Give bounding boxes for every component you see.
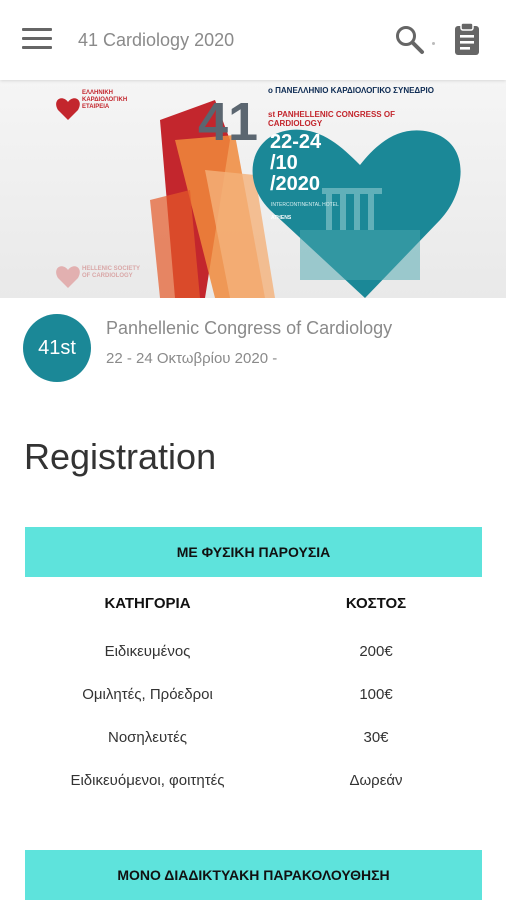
event-title[interactable]: Panhellenic Congress of Cardiology (106, 318, 392, 339)
app-title: 41 Cardiology 2020 (78, 30, 235, 50)
event-badge: 41st (23, 314, 91, 382)
row-cost: 100€ (359, 686, 393, 703)
row-cost: Δωρεάν (349, 772, 403, 789)
table-row: Νοσηλευτές 30€ (25, 716, 482, 759)
fee-table: ΚΑΤΗΓΟΡΙΑ ΚΟΣΤΟΣ Ειδικευμένος 200€ Ομιλη… (25, 590, 482, 802)
table-row: Ειδικευμένος 200€ (25, 616, 482, 673)
search-icon[interactable] (394, 24, 426, 56)
online-header: ΜΟΝΟ ΔΙΑΔΙΚΤΥΑΚΗ ΠΑΡΑΚΟΛΟΥΘΗΣΗ (25, 850, 482, 900)
society-gr-text: ΕΛΛΗΝΙΚΗ ΚΑΡΔΙΟΛΟΓΙΚΗ ΕΤΑΙΡΕΙΑ (82, 90, 128, 110)
row-cost: 200€ (359, 643, 393, 660)
table-row: Ειδικευόμενοι, φοιτητές Δωρεάν (25, 759, 482, 802)
svg-text:41: 41 (198, 92, 258, 152)
congress-en-text: st PANHELLENIC CONGRESS OF CARDIOLOGY (268, 110, 395, 128)
column-header-category: ΚΑΤΗΓΟΡΙΑ (104, 594, 191, 612)
banner-dates: 22-24 /10 /2020 (270, 132, 321, 195)
row-category: Ομιλητές, Πρόεδροι (82, 686, 213, 703)
app-bar: 41 Cardiology 2020 (0, 0, 506, 80)
banner-dates-line1: 22-24 (270, 131, 322, 153)
congress-gr-text: ο ΠΑΝΕΛΛΗΝΙΟ ΚΑΡΔΙΟΛΟΓΙΚΟ ΣΥΝΕΔΡΙΟ (268, 86, 434, 95)
overflow-dot (432, 42, 435, 45)
column-header-cost: ΚΟΣΤΟΣ (345, 594, 407, 612)
clipboard-icon[interactable] (452, 22, 482, 56)
row-cost: 30€ (363, 729, 389, 746)
row-category: Νοσηλευτές (107, 729, 187, 746)
registration-heading: Registration (24, 436, 217, 477)
banner-dates-line3: /2020 (270, 173, 321, 195)
fee-table-header: ΚΑΤΗΓΟΡΙΑ ΚΟΣΤΟΣ (25, 590, 482, 616)
row-category: Ειδικευόμενοι, φοιτητές (70, 772, 225, 789)
banner-city: ATHENS (271, 215, 292, 221)
in-person-header: ΜΕ ΦΥΣΙΚΗ ΠΑΡΟΥΣΙΑ (25, 527, 482, 577)
event-dates: 22 - 24 Οκτωβρίου 2020 - (106, 350, 278, 367)
banner-venue: INTERCONTINENTAL HOTEL (271, 202, 339, 208)
menu-icon[interactable] (22, 28, 52, 52)
society-en-text: HELLENIC SOCIETY OF CARDIOLOGY (82, 266, 140, 279)
banner-dates-line2: /10 (270, 152, 298, 174)
table-row: Ομιλητές, Πρόεδροι 100€ (25, 673, 482, 716)
row-category: Ειδικευμένος (104, 643, 191, 660)
congress-banner: 41 ΕΛΛΗΝΙΚΗ ΚΑΡΔΙΟΛΟΓΙΚΗ ΕΤΑΙΡΕΙΑ ο ΠΑΝΕ… (0, 80, 506, 298)
